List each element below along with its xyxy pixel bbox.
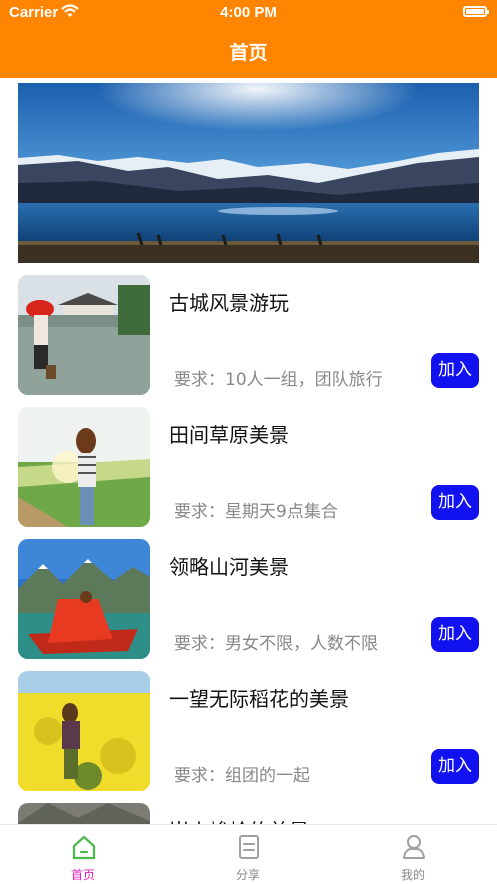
activity-requirement: 要求：星期天9点集合 [174,502,338,522]
activity-list[interactable]: 古城风景游玩 要求：10人一组，团队旅行 加入 田间草原美景 要求：星期天9点集… [0,78,497,824]
tab-label: 分享 [235,868,260,882]
battery-icon [463,6,489,17]
join-button[interactable]: 加入 [431,617,479,652]
home-icon [71,834,97,860]
tab-label: 首页 [70,868,95,882]
tab-bar: 首页 分享 我的 [0,824,497,884]
status-bar: Carrier 4:00 PM [0,0,497,26]
list-item[interactable]: 崇山峻岭的美景 [18,803,479,824]
tab-mine[interactable]: 我的 [353,825,473,884]
activity-requirement: 要求：组团的一起 [174,766,310,786]
activity-requirement: 要求：10人一组，团队旅行 [174,370,383,390]
list-item[interactable]: 古城风景游玩 要求：10人一组，团队旅行 加入 [18,275,479,395]
navigation-bar: Carrier 4:00 PM 首页 [0,0,497,78]
document-icon [236,834,262,860]
tab-label: 我的 [400,868,425,882]
activity-thumbnail [18,407,150,527]
tab-home[interactable]: 首页 [23,825,143,884]
list-item[interactable]: 田间草原美景 要求：星期天9点集合 加入 [18,407,479,527]
list-item[interactable]: 一望无际稻花的美景 要求：组团的一起 加入 [18,671,479,791]
activity-thumbnail [18,803,150,824]
activity-thumbnail [18,671,150,791]
activity-title: 一望无际稻花的美景 [169,687,349,711]
status-time: 4:00 PM [220,4,277,21]
activity-title: 崇山峻岭的美景 [169,815,309,824]
activity-thumbnail [18,539,150,659]
activity-thumbnail [18,275,150,395]
activity-requirement: 要求：男女不限，人数不限 [174,634,378,654]
page-title: 首页 [229,42,268,64]
join-button[interactable]: 加入 [431,749,479,784]
activity-title: 领略山河美景 [169,555,289,579]
banner-image[interactable] [18,83,479,263]
person-icon [401,834,427,860]
activity-title: 古城风景游玩 [169,291,289,315]
tab-share[interactable]: 分享 [188,825,308,884]
activity-title: 田间草原美景 [169,423,289,447]
join-button[interactable]: 加入 [431,485,479,520]
join-button[interactable]: 加入 [431,353,479,388]
list-item[interactable]: 领略山河美景 要求：男女不限，人数不限 加入 [18,539,479,659]
